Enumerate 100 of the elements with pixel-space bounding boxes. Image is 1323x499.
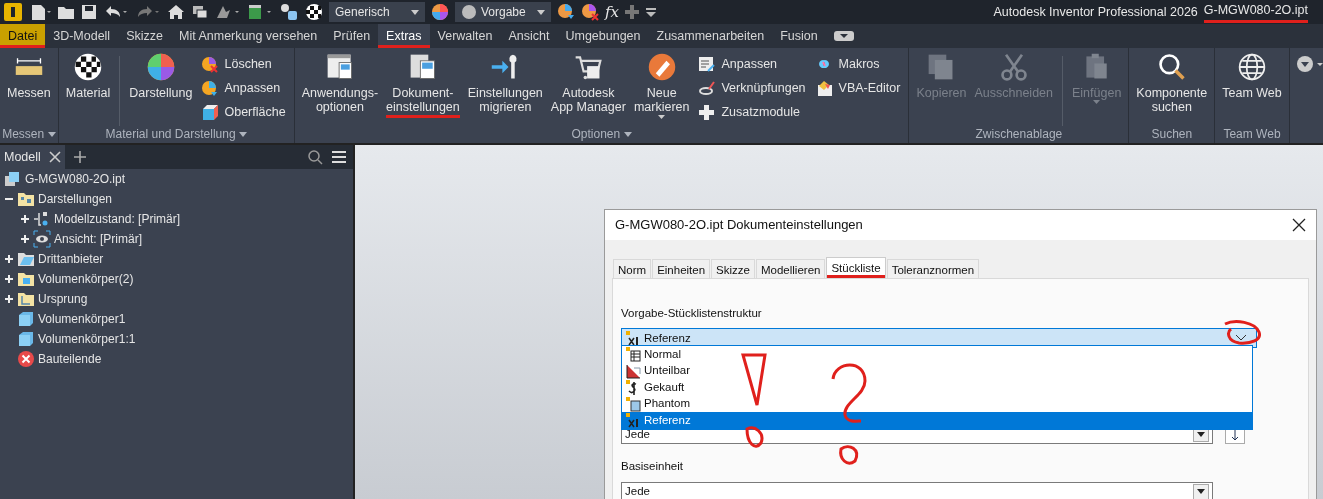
folder-icon	[17, 250, 35, 268]
editor-icon	[815, 79, 834, 97]
dialog-tab[interactable]: Stückliste	[826, 257, 886, 278]
tree-item[interactable]: Darstellungen	[38, 190, 113, 208]
tool-button[interactable]: VBA-Editor	[815, 78, 901, 98]
windows-icon[interactable]	[191, 4, 209, 20]
expander-icon[interactable]	[20, 234, 30, 244]
tool-button[interactable]: Oberfläche	[201, 102, 286, 122]
appearance-adjust-icon[interactable]	[557, 3, 575, 21]
caret-icon	[47, 132, 56, 138]
ribbon-tab[interactable]: Extras	[378, 24, 430, 48]
tool-button[interactable]: Makros	[815, 54, 901, 74]
plus-icon[interactable]	[72, 150, 87, 164]
appearance-dropdown[interactable]: Vorgabe	[455, 2, 551, 22]
dropdown-option[interactable]: Referenz	[622, 412, 1252, 429]
style-dropdown[interactable]: Generisch	[329, 2, 425, 22]
ribbon-minimize-icon[interactable]	[833, 31, 854, 41]
dropdown-circle-icon[interactable]	[1295, 54, 1323, 73]
cube-icon	[17, 310, 35, 328]
parameters-icon[interactable]	[279, 3, 299, 21]
tool-button[interactable]: Anwendungs- optionen	[298, 52, 382, 115]
tree-item[interactable]: G-MGW080-2O.ipt	[25, 170, 126, 188]
dropdown-option[interactable]: Phantom	[622, 395, 1252, 412]
expander-icon[interactable]	[20, 214, 30, 224]
panel-label[interactable]: Material und Darstellung	[105, 127, 247, 141]
tree-item[interactable]: Ansicht: [Primär]	[54, 230, 143, 248]
tree-item[interactable]: Volumenkörper1:1	[38, 330, 136, 348]
panel-label[interactable]: Messen	[2, 127, 56, 141]
ribbon-tab[interactable]: Ansicht	[500, 24, 558, 48]
menu-icon[interactable]	[331, 150, 347, 164]
tool-button[interactable]: Löschen	[201, 54, 286, 74]
structure-icon	[625, 362, 641, 379]
appearance-clear-icon[interactable]	[581, 3, 599, 21]
dialog-tab[interactable]: Modellieren	[755, 259, 826, 278]
field-label: Vorgabe-Stücklistenstruktur	[621, 306, 762, 321]
tool-button[interactable]: Komponente suchen	[1133, 52, 1211, 115]
list-settings-icon	[698, 55, 717, 73]
tree-item[interactable]: Modellzustand: [Primär]	[54, 210, 181, 228]
dialog-tab[interactable]: Skizze	[711, 259, 755, 278]
panel-label: Team Web	[1223, 127, 1281, 141]
dropdown-field[interactable]: Jede	[621, 481, 1213, 499]
ribbon-tab[interactable]: Fusion	[772, 24, 826, 48]
tool-button[interactable]: Team Web	[1219, 52, 1285, 101]
dialog-tab[interactable]: Toleranznormen	[886, 259, 980, 278]
search-icon[interactable]	[307, 149, 323, 165]
panel-label[interactable]: Optionen	[571, 127, 632, 141]
dialog-tab[interactable]: Einheiten	[652, 259, 711, 278]
close-icon[interactable]	[1292, 218, 1306, 232]
file-menu-tab[interactable]: Datei	[0, 24, 46, 48]
tree-item[interactable]: Ursprung	[38, 290, 88, 308]
panel-label: Zwischenablage	[975, 127, 1063, 141]
tool-button[interactable]: Anpassen	[698, 54, 806, 74]
tree-item[interactable]: Drittanbieter	[38, 250, 104, 268]
save-icon[interactable]	[81, 4, 97, 20]
panel-label: Suchen	[1151, 127, 1193, 141]
tree-item[interactable]: Volumenkörper1	[38, 310, 126, 328]
caret-icon[interactable]	[645, 6, 657, 18]
window-select-icon[interactable]	[247, 3, 273, 21]
ribbon-tab[interactable]: Zusammenarbeiten	[648, 24, 773, 48]
ribbon-tab[interactable]: Mit Anmerkung versehen	[171, 24, 326, 48]
dropdown-option[interactable]: Normal	[622, 346, 1252, 363]
sketch-icon[interactable]	[215, 4, 241, 20]
expander-icon[interactable]	[4, 274, 14, 284]
tool-button[interactable]: Messen	[4, 52, 54, 101]
checker-ball-icon[interactable]	[305, 3, 323, 21]
appearance-clear-icon	[201, 55, 220, 73]
tree-item[interactable]: Volumenkörper(2)	[38, 270, 134, 288]
plus-icon[interactable]	[625, 5, 639, 19]
home-icon[interactable]	[167, 4, 185, 20]
color-wheel-icon[interactable]	[431, 3, 449, 21]
expander-icon[interactable]	[4, 294, 14, 304]
tool-button[interactable]: Verknüpfungen	[698, 78, 806, 98]
tool-button[interactable]: Neue markieren	[630, 52, 693, 119]
ribbon-tab[interactable]: Prüfen	[325, 24, 379, 48]
ribbon-tab[interactable]: Verwalten	[429, 24, 501, 48]
folder-icon[interactable]	[57, 4, 75, 20]
new-file-icon[interactable]	[29, 3, 51, 21]
ribbon-tab[interactable]: 3D-Modell	[45, 24, 119, 48]
dialog-tab[interactable]: Norm	[613, 259, 652, 278]
browser-tab[interactable]: Modell	[0, 145, 65, 169]
chevron-icon[interactable]	[1235, 334, 1247, 343]
ribbon-tab[interactable]: Skizze	[118, 24, 171, 48]
appearance-adjust-icon	[201, 79, 220, 97]
tool-button[interactable]: Darstellung	[126, 52, 196, 101]
tool-button[interactable]: Zusatzmodule	[698, 102, 806, 122]
caret-icon	[537, 9, 545, 15]
tool-button[interactable]: Einstellungen migrieren	[464, 52, 546, 115]
expander-icon[interactable]	[4, 254, 14, 264]
tree-item[interactable]: Bauteilende	[38, 350, 102, 368]
tool-button[interactable]: Dokument- einstellungen	[383, 52, 463, 118]
tool-button[interactable]: Material	[62, 52, 114, 101]
tool-button[interactable]: Autodesk App Manager	[547, 52, 629, 115]
app-logo[interactable]	[3, 2, 23, 22]
formula-button[interactable]: fx	[605, 0, 619, 24]
sphere-icon	[461, 4, 477, 20]
plus-icon	[698, 103, 717, 121]
dropdown-option[interactable]: Unteilbar	[622, 362, 1252, 379]
dropdown-option[interactable]: Gekauft	[622, 379, 1252, 396]
tool-button[interactable]: Anpassen	[201, 78, 286, 98]
ribbon-tab[interactable]: Umgebungen	[557, 24, 649, 48]
